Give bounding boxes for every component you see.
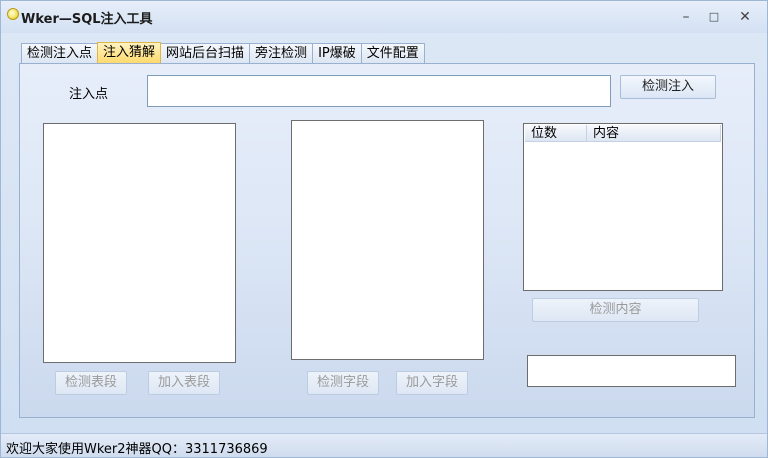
detect-content-button[interactable]: 检测内容 <box>532 298 699 322</box>
table-list[interactable] <box>43 123 236 363</box>
detect-tables-button[interactable]: 检测表段 <box>55 371 127 395</box>
maximize-button[interactable]: □ <box>701 7 727 27</box>
add-field-button[interactable]: 加入字段 <box>396 371 468 395</box>
tab-admin-scan[interactable]: 网站后台扫描 <box>160 43 251 64</box>
main-window: Wker—SQL注入工具 – □ ✕ 检测注入点 注入猜解 网站后台扫描 旁注检… <box>0 0 768 458</box>
tab-strip: 检测注入点 注入猜解 网站后台扫描 旁注检测 IP爆破 文件配置 <box>21 42 425 64</box>
tab-injection-guess[interactable]: 注入猜解 <box>97 42 162 64</box>
tab-detect-injection[interactable]: 检测注入点 <box>21 43 99 64</box>
status-bar: 欢迎大家使用Wker2神器QQ：3311736869 <box>1 433 767 457</box>
detect-injection-button[interactable]: 检测注入 <box>620 75 716 99</box>
column-header-content[interactable]: 内容 <box>587 125 721 142</box>
title-bar[interactable]: Wker—SQL注入工具 – □ ✕ <box>1 1 767 33</box>
minimize-button[interactable]: – <box>673 7 699 27</box>
injection-point-input[interactable] <box>147 75 611 107</box>
status-text: 欢迎大家使用Wker2神器QQ：3311736869 <box>6 442 268 457</box>
window-title: Wker—SQL注入工具 <box>21 12 153 27</box>
close-button[interactable]: ✕ <box>732 7 758 27</box>
listview-header: 位数 内容 <box>525 125 721 142</box>
tab-panel: 注入点 检测注入 检测表段 加入表段 检测字段 加入字段 位数 内容 检测内容 <box>19 63 755 418</box>
detect-fields-button[interactable]: 检测字段 <box>307 371 379 395</box>
field-list[interactable] <box>291 120 484 360</box>
app-icon <box>7 8 19 20</box>
tab-side-injection[interactable]: 旁注检测 <box>249 43 314 64</box>
content-result-box[interactable] <box>527 355 736 387</box>
tab-ip-brute[interactable]: IP爆破 <box>312 43 362 64</box>
content-listview[interactable]: 位数 内容 <box>523 123 723 291</box>
add-table-button[interactable]: 加入表段 <box>148 371 220 395</box>
column-header-position[interactable]: 位数 <box>525 125 587 142</box>
tab-file-config[interactable]: 文件配置 <box>360 43 425 64</box>
injection-point-label: 注入点 <box>69 87 109 102</box>
